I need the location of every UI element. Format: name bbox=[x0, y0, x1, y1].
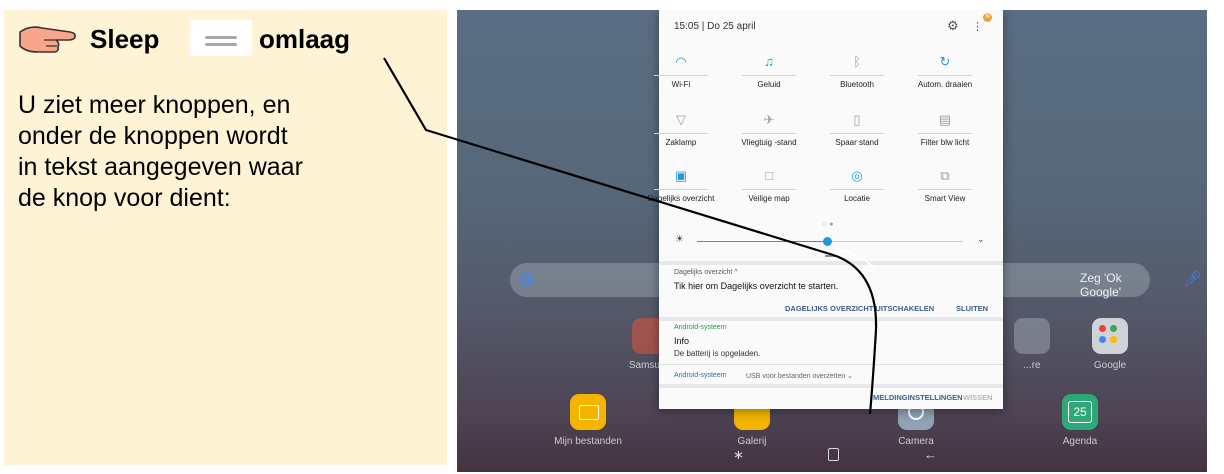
divider bbox=[659, 364, 1003, 365]
google-folder-icon bbox=[1092, 318, 1128, 354]
notification-source: Android-systeem bbox=[674, 324, 727, 331]
tile-label: Wi-Fi bbox=[671, 80, 691, 89]
instruction-panel: Sleep omlaag U ziet meer knoppen, en ond… bbox=[4, 10, 447, 465]
tile-label: Bluetooth bbox=[840, 80, 874, 89]
shade-drag-handle[interactable] bbox=[825, 255, 837, 257]
expand-chevron-icon[interactable]: ⌄ bbox=[977, 234, 985, 245]
separator bbox=[659, 384, 1003, 388]
app-google-folder[interactable]: Google bbox=[1055, 318, 1165, 371]
daily-board-icon: ▣ bbox=[674, 168, 688, 183]
brightness-slider[interactable] bbox=[697, 237, 963, 246]
tile-label: Spaar stand bbox=[835, 138, 879, 147]
quick-tile-smart-view[interactable]: ⧉ Smart View bbox=[910, 168, 980, 203]
step-word-sleep: Sleep bbox=[90, 24, 160, 54]
tablet-screen: G Zeg 'Ok Google' 🎤︎ Samsung ...re Googl… bbox=[457, 10, 1207, 472]
battery-saver-icon: ▯ bbox=[853, 112, 861, 127]
tile-label: Dagelijks overzicht bbox=[647, 194, 715, 203]
tile-label: Locatie bbox=[844, 194, 870, 203]
tile-label: Veilige map bbox=[748, 194, 790, 203]
notification-source: Android-systeem bbox=[674, 372, 727, 379]
quick-tile-dagelijks-overzicht[interactable]: ▣ Dagelijks overzicht bbox=[646, 168, 716, 203]
home-button-icon[interactable] bbox=[828, 448, 839, 461]
tile-label: Smart View bbox=[924, 194, 966, 203]
notification-title: Info bbox=[674, 336, 690, 346]
tile-label: Vliegtuig -stand bbox=[741, 138, 797, 147]
separator bbox=[659, 317, 1003, 321]
settings-gear-icon[interactable]: ⚙︎ bbox=[947, 18, 959, 34]
more-options-icon[interactable]: ⋮ bbox=[972, 20, 983, 33]
tile-underline bbox=[742, 133, 796, 134]
tile-underline bbox=[830, 189, 884, 190]
location-icon: ◎ bbox=[851, 168, 863, 183]
rotate-icon: ↻ bbox=[939, 54, 951, 69]
quick-tile-spaar-stand[interactable]: ▯ Spaar stand bbox=[822, 112, 892, 147]
separator bbox=[659, 261, 1003, 265]
calendar-icon: 25 bbox=[1062, 394, 1098, 430]
tile-label: Zaklamp bbox=[665, 138, 697, 147]
tile-underline bbox=[654, 75, 708, 76]
instruction-text: U ziet meer knoppen, en onder de knoppen… bbox=[18, 91, 303, 212]
google-voice-hint: Zeg 'Ok Google' bbox=[1080, 271, 1122, 299]
tile-label: Filter blw licht bbox=[920, 138, 970, 147]
quick-tile-vliegtuig-stand[interactable]: ✈︎ Vliegtuig -stand bbox=[734, 112, 804, 147]
google-g-icon: G bbox=[520, 270, 535, 290]
tile-underline bbox=[654, 133, 708, 134]
folder-icon bbox=[570, 394, 606, 430]
usb-detail: USB voor bestanden overzetten ⌄ bbox=[746, 373, 854, 380]
airplane-icon: ✈︎ bbox=[763, 112, 775, 127]
calendar-day-number: 25 bbox=[1068, 401, 1092, 423]
notification-badge: N bbox=[983, 13, 992, 22]
quick-tile-filter-blw-licht[interactable]: ▤ Filter blw licht bbox=[910, 112, 980, 147]
app-label: Google bbox=[1093, 360, 1127, 371]
tile-label: Geluid bbox=[757, 80, 781, 89]
brightness-icon: ☀︎ bbox=[675, 234, 684, 245]
notification-settings-button[interactable]: MELDINGINSTELLINGEN bbox=[873, 393, 963, 402]
quick-tile-veilige-map[interactable]: □ Veilige map bbox=[734, 168, 804, 203]
quick-tile-geluid[interactable]: ♫ Geluid bbox=[734, 54, 804, 89]
tile-underline bbox=[918, 75, 972, 76]
notification-shade: 15:05 | Do 25 april ⚙︎ ⋮ N ◠ Wi-Fi ♫ Geluid… bbox=[648, 10, 1003, 409]
close-button[interactable]: SLUITEN bbox=[956, 304, 988, 313]
wifi-icon: ◠ bbox=[675, 54, 687, 69]
microphone-icon[interactable]: 🎤︎ bbox=[1183, 270, 1202, 288]
blue-light-filter-icon: ▤ bbox=[938, 112, 952, 127]
tile-underline bbox=[742, 75, 796, 76]
navigation-bar: ∗︎ ← bbox=[457, 438, 1207, 472]
secure-folder-icon: □ bbox=[765, 168, 773, 183]
tile-underline bbox=[830, 75, 884, 76]
quick-tile-locatie[interactable]: ◎ Locatie bbox=[822, 168, 892, 203]
recent-apps-icon[interactable]: ∗︎ bbox=[733, 447, 744, 463]
page-indicator-dots: ○● bbox=[822, 221, 837, 228]
app-icon bbox=[1014, 318, 1050, 354]
drag-handle-icon bbox=[190, 20, 252, 56]
brightness-knob[interactable] bbox=[823, 237, 833, 246]
pointing-hand-icon bbox=[19, 26, 76, 53]
notification-title: Tik hier om Dagelijks overzicht te start… bbox=[674, 281, 839, 291]
flashlight-icon: ▽ bbox=[676, 112, 686, 127]
quick-tile-zaklamp[interactable]: ▽ Zaklamp bbox=[646, 112, 716, 147]
tile-underline bbox=[918, 133, 972, 134]
quick-tile-wi-fi[interactable]: ◠ Wi-Fi bbox=[646, 54, 716, 89]
bluetooth-icon: ᛒ bbox=[853, 54, 861, 69]
tile-label: Autom. draaien bbox=[917, 80, 973, 89]
notification-source: Dagelijks overzicht ^ bbox=[674, 269, 738, 276]
smart-view-icon: ⧉ bbox=[940, 168, 950, 183]
speaker-icon: ♫ bbox=[764, 54, 774, 69]
disable-daily-overview-button[interactable]: DAGELIJKS OVERZICHT UITSCHAKELEN bbox=[785, 304, 934, 313]
quick-tile-autom-draaien[interactable]: ↻ Autom. draaien bbox=[910, 54, 980, 89]
status-time-date: 15:05 | Do 25 april bbox=[674, 21, 756, 32]
clear-button[interactable]: WISSEN bbox=[963, 393, 993, 402]
brightness-fill bbox=[697, 241, 828, 242]
quick-tile-bluetooth[interactable]: ᛒ Bluetooth bbox=[822, 54, 892, 89]
back-arrow-icon[interactable]: ← bbox=[924, 447, 937, 462]
tile-underline bbox=[918, 189, 972, 190]
tile-underline bbox=[742, 189, 796, 190]
tile-underline bbox=[654, 189, 708, 190]
notification-body: De batterij is opgeladen. bbox=[674, 349, 761, 358]
tile-underline bbox=[830, 133, 884, 134]
step-word-omlaag: omlaag bbox=[259, 24, 351, 54]
